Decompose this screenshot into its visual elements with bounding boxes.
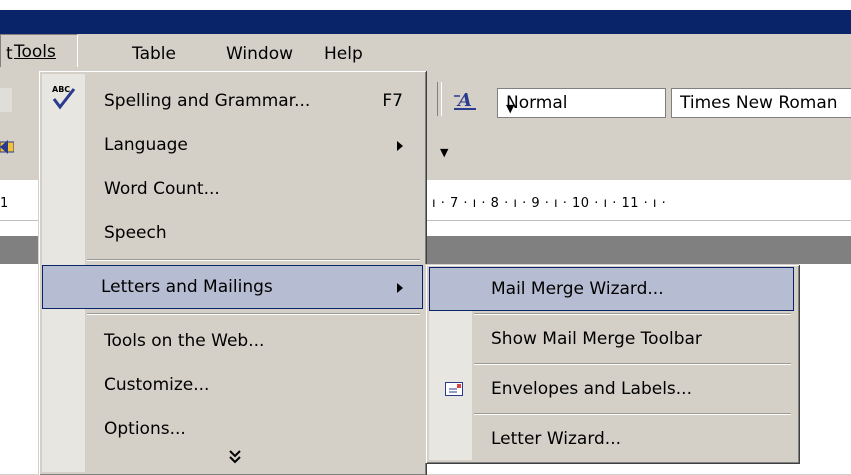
spelling-check-icon: ABC (50, 83, 78, 111)
menu-item-options[interactable]: Options... (42, 407, 423, 451)
ruler-left-number: 1 (0, 196, 9, 211)
menu-item-spelling[interactable]: ABC Spelling and Grammar... F7 (42, 79, 423, 123)
toolbar-separator (437, 82, 442, 116)
menu-table[interactable]: Table (132, 42, 176, 66)
menu-divider (474, 313, 791, 315)
menu-item-language[interactable]: Language (42, 123, 423, 167)
submenu-arrow-icon (397, 141, 403, 151)
ruler-numbers: ı · 7 · ı · 8 · ı · 9 · ı · 10 · ı · 11 … (432, 196, 667, 211)
menu-item-customize[interactable]: Customize... (42, 363, 423, 407)
menu-divider (474, 363, 791, 365)
styles-icon[interactable]: A (452, 88, 478, 112)
style-select[interactable]: Normal ▼ (497, 88, 666, 118)
svg-text:A: A (456, 90, 472, 111)
menu-window[interactable]: Window (226, 42, 293, 66)
letters-and-mailings-submenu: Mail Merge Wizard... Show Mail Merge Too… (425, 264, 799, 463)
menu-item-envelopes-and-labels[interactable]: Envelopes and Labels... (429, 367, 794, 411)
menu-item-word-count[interactable]: Word Count... (42, 167, 423, 211)
submenu-arrow-icon (397, 283, 403, 293)
menu-divider (87, 259, 420, 261)
envelope-icon (445, 381, 463, 396)
menu-item-speech[interactable]: Speech (42, 211, 423, 255)
font-select[interactable]: Times New Roman (671, 88, 851, 118)
menu-divider (87, 313, 420, 315)
expand-menu-chevron-icon[interactable] (229, 449, 241, 469)
menu-item-mail-merge-wizard[interactable]: Mail Merge Wizard... (429, 267, 794, 311)
menu-edit-fragment[interactable]: t (6, 42, 13, 66)
document-icon[interactable] (0, 88, 12, 112)
svg-text:ABC: ABC (52, 85, 70, 94)
menu-divider (474, 413, 791, 415)
toolbar-options-icon[interactable]: ▼ (440, 146, 448, 159)
back-icon[interactable] (0, 136, 15, 158)
title-bar (0, 10, 851, 34)
menu-help[interactable]: Help (324, 42, 363, 66)
chevron-down-icon: ▼ (506, 102, 515, 115)
menu-bar: t Tools Table Window Help (0, 34, 851, 72)
menu-item-show-mail-merge-toolbar[interactable]: Show Mail Merge Toolbar (429, 317, 794, 361)
top-strip (0, 0, 851, 10)
menu-item-tools-on-the-web[interactable]: Tools on the Web... (42, 319, 423, 363)
menu-item-letter-wizard[interactable]: Letter Wizard... (429, 417, 794, 461)
tools-menu: ABC Spelling and Grammar... F7 Language … (38, 70, 426, 475)
menu-item-letters-and-mailings[interactable]: Letters and Mailings (42, 265, 423, 309)
